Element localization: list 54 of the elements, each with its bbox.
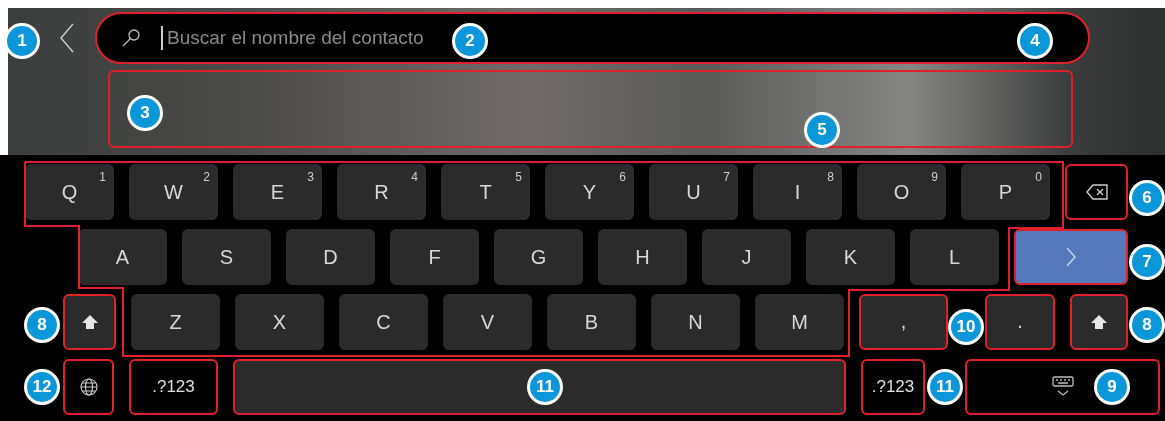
letter-key[interactable]: M: [755, 294, 844, 350]
hide-keyboard-key[interactable]: [965, 359, 1160, 415]
letter-key[interactable]: R 4: [337, 164, 426, 220]
number-hint: 1: [99, 169, 106, 186]
letter-key[interactable]: D: [286, 229, 375, 285]
letter-key[interactable]: T 5: [441, 164, 530, 220]
letter-key[interactable]: O 9: [857, 164, 946, 220]
letter-key[interactable]: S: [182, 229, 271, 285]
search-icon: [121, 28, 141, 48]
letter-key[interactable]: N: [651, 294, 740, 350]
letter-key[interactable]: W 2: [129, 164, 218, 220]
number-hint: 8: [827, 169, 834, 186]
number-hint: 2: [203, 169, 210, 186]
letter-key[interactable]: B: [547, 294, 636, 350]
letter-key[interactable]: G: [494, 229, 583, 285]
letter-key[interactable]: U 7: [649, 164, 738, 220]
number-hint: 6: [619, 169, 626, 186]
chevron-right-icon: [1066, 247, 1076, 267]
letter-key[interactable]: I 8: [753, 164, 842, 220]
number-hint: 4: [411, 169, 418, 186]
letter-key[interactable]: Q 1: [25, 164, 114, 220]
number-hint: 9: [931, 169, 938, 186]
keyboard-down-icon: [1050, 376, 1075, 398]
letter-key[interactable]: Z: [131, 294, 220, 350]
symbols-key[interactable]: .?123: [129, 359, 218, 415]
letter-key[interactable]: C: [339, 294, 428, 350]
number-hint: 5: [515, 169, 522, 186]
letter-key[interactable]: V: [443, 294, 532, 350]
letter-key[interactable]: P 0: [961, 164, 1050, 220]
number-hint: 7: [723, 169, 730, 186]
punctuation-key[interactable]: .: [985, 294, 1055, 350]
number-hint: 0: [1035, 169, 1042, 186]
globe-icon: [79, 378, 98, 396]
shift-arrow-icon: [80, 314, 99, 330]
space-key[interactable]: [233, 359, 846, 415]
letter-key[interactable]: Y 6: [545, 164, 634, 220]
letter-key[interactable]: A: [78, 229, 167, 285]
letter-key[interactable]: E 3: [233, 164, 322, 220]
letter-key[interactable]: X: [235, 294, 324, 350]
number-hint: 3: [307, 169, 314, 186]
language-key[interactable]: [63, 359, 114, 415]
backspace-icon: [1085, 184, 1108, 200]
symbols-key[interactable]: .?123: [861, 359, 925, 415]
letter-key[interactable]: J: [702, 229, 791, 285]
letter-key[interactable]: H: [598, 229, 687, 285]
back-chevron-icon[interactable]: [59, 23, 74, 53]
backspace-key[interactable]: [1065, 164, 1128, 220]
shift-key[interactable]: [1070, 294, 1128, 350]
punctuation-key[interactable]: ,: [859, 294, 948, 350]
shift-arrow-icon: [1090, 314, 1108, 330]
shift-key[interactable]: [63, 294, 116, 350]
letter-key[interactable]: F: [390, 229, 479, 285]
letter-key[interactable]: K: [806, 229, 895, 285]
letter-key[interactable]: L: [910, 229, 999, 285]
